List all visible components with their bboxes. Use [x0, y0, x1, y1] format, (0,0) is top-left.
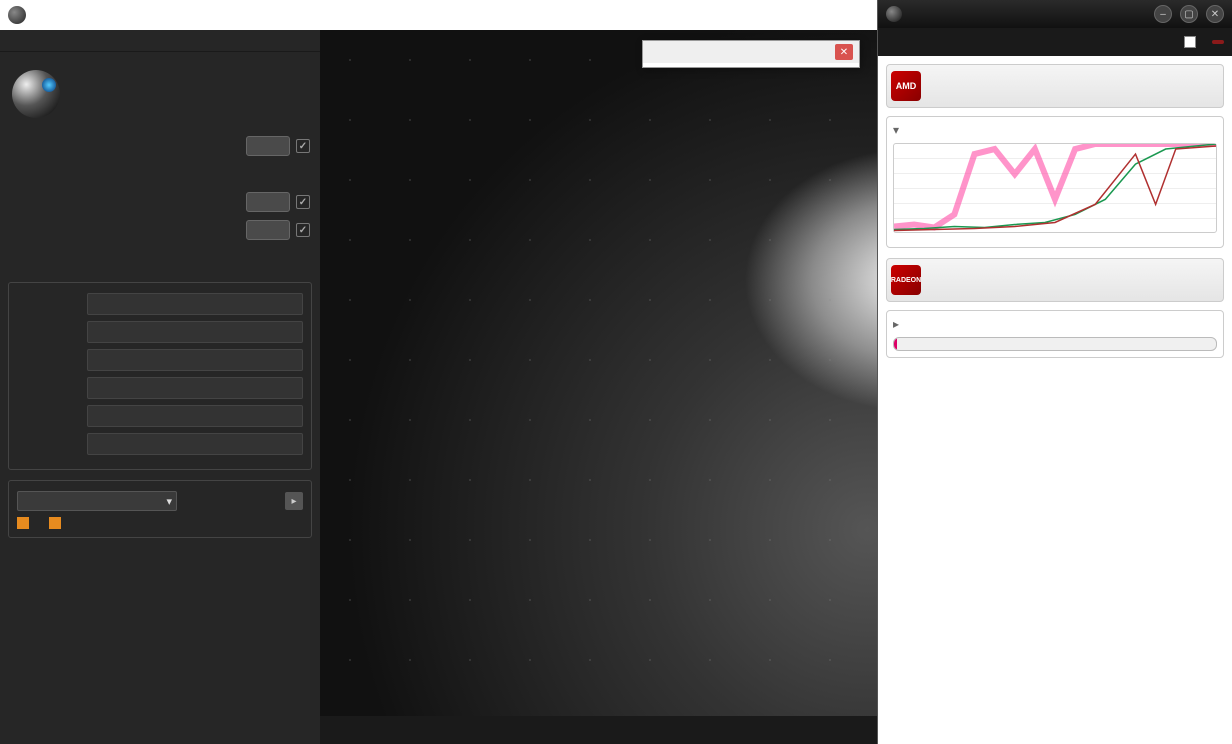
amd-minimize-button[interactable]: –	[1154, 5, 1172, 23]
sys-processor-val	[87, 293, 303, 315]
amd-gpu-details: ▸	[886, 310, 1224, 358]
col-mhz	[751, 63, 805, 67]
amd-titlebar[interactable]: – ▢ ✕	[878, 0, 1232, 28]
amd-maximize-button[interactable]: ▢	[1180, 5, 1198, 23]
run-single-button[interactable]	[246, 220, 290, 240]
cpu-check[interactable]: ✓	[296, 195, 310, 209]
amd-cpu-header: AMD	[886, 64, 1224, 108]
menubar	[0, 30, 320, 52]
ranking-go-button[interactable]: ▸	[285, 492, 303, 510]
radeon-badge-icon: RADEON	[891, 265, 921, 295]
left-panel: ✓ ✓ ✓	[0, 30, 320, 744]
dual-graphics-link[interactable]	[886, 368, 1224, 376]
footer	[0, 716, 320, 744]
opengl-check[interactable]: ✓	[296, 139, 310, 153]
run-opengl-button[interactable]	[246, 136, 290, 156]
your-score-swatch	[17, 517, 29, 529]
ranking-group: ▾ ▸	[8, 480, 312, 538]
sys-os-val	[87, 349, 303, 371]
always-on-top-checkbox[interactable]	[1184, 36, 1196, 48]
chevron-right-icon[interactable]: ▸	[893, 317, 899, 331]
record-button[interactable]	[1212, 40, 1224, 44]
single-check[interactable]: ✓	[296, 223, 310, 237]
chevron-down-icon[interactable]: ▾	[893, 123, 899, 137]
amd-close-button[interactable]: ✕	[1206, 5, 1224, 23]
amd-badge-icon: AMD	[891, 71, 921, 101]
ranking-select[interactable]: ▾	[17, 491, 177, 511]
col-ratio	[805, 63, 859, 67]
identical-swatch	[49, 517, 61, 529]
col-core	[643, 63, 697, 67]
amd-system-monitor: – ▢ ✕ AMD ▾	[877, 0, 1232, 744]
ranking-legend	[17, 517, 303, 529]
amd-gpu-header: RADEON	[886, 258, 1224, 302]
logo-sphere-icon	[12, 70, 60, 118]
logo-area	[0, 52, 320, 132]
cpu-popup[interactable]: ✕	[642, 40, 860, 68]
amd-cpu-details: ▾	[886, 116, 1224, 248]
sys-cores-val	[87, 321, 303, 343]
sys-gfx-val	[87, 405, 303, 427]
your-system-group	[8, 282, 312, 470]
col-clock	[697, 63, 751, 67]
gpu-bar	[893, 337, 1217, 351]
cpu-usage-chart	[893, 143, 1217, 233]
sys-cb-val	[87, 377, 303, 399]
chevron-down-icon: ▾	[166, 495, 172, 508]
sys-info-val[interactable]	[87, 433, 303, 455]
cpu-popup-close-button[interactable]: ✕	[835, 44, 853, 60]
amd-app-icon	[886, 6, 902, 22]
run-cpu-button[interactable]	[246, 192, 290, 212]
app-icon	[8, 6, 26, 24]
